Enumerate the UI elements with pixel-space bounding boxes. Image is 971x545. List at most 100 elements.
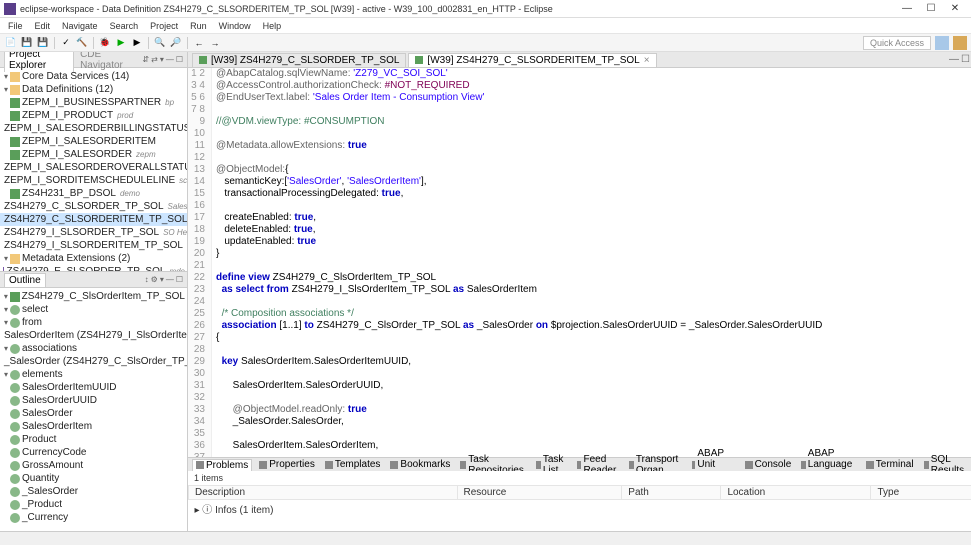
debug-button[interactable]: 🐞 [98,36,112,50]
tree-item[interactable]: ▾select [0,303,187,316]
column-header[interactable]: Type [871,486,971,500]
minimize-button[interactable]: — [895,3,919,14]
tree-item[interactable]: ZEPM_I_SALESORDERzepm [0,148,187,161]
menu-window[interactable]: Window [213,21,257,31]
tree-item[interactable]: _SalesOrder [0,485,187,498]
outline-max-icon[interactable]: ☐ [176,275,183,284]
maximize-view-icon[interactable]: ☐ [176,55,183,64]
tree-item[interactable]: ▾Metadata Extensions (2) [0,252,187,265]
menu-navigate[interactable]: Navigate [56,21,104,31]
tree-item[interactable]: ZEPM_I_SORDITEMSCHEDULELINEsched [0,174,187,187]
tree-item[interactable]: Quantity [0,472,187,485]
minimize-view-icon[interactable]: — [166,55,174,64]
build-button[interactable]: 🔨 [75,36,89,50]
bottom-tab-problems[interactable]: Problems [192,459,252,471]
problems-row[interactable]: ▸ ⓘ Infos (1 item) [189,500,458,518]
menu-edit[interactable]: Edit [29,21,57,31]
tree-item[interactable]: SalesOrderItemUUID [0,381,187,394]
view-menu-icon[interactable]: ▾ [160,55,164,64]
new-button[interactable]: 📄 [4,36,18,50]
tree-item[interactable]: GrossAmount [0,459,187,472]
twisty-icon[interactable]: ▾ [2,290,10,303]
tree-item[interactable]: ▾Core Data Services (14) [0,70,187,83]
twisty-icon[interactable]: ▾ [2,83,10,96]
tree-item[interactable]: SalesOrderItem [0,420,187,433]
run-button[interactable]: ▶ [114,36,128,50]
close-button[interactable]: ✕ [943,3,967,14]
bottom-tab-terminal[interactable]: Terminal [863,459,917,470]
tree-item[interactable]: ZEPM_I_SALESORDEROVERALLSTATUSostat [0,161,187,174]
link-editor-icon[interactable]: ⇄ [151,55,158,64]
bottom-tab-properties[interactable]: Properties [256,459,318,470]
menu-project[interactable]: Project [144,21,184,31]
save-button[interactable]: 💾 [20,36,34,50]
maximize-button[interactable]: ☐ [919,3,943,14]
abap-perspective-button[interactable] [935,36,949,50]
bottom-tab-bookmarks[interactable]: Bookmarks [387,459,453,470]
column-header[interactable]: Description [189,486,458,500]
twisty-icon[interactable]: ▾ [2,368,10,381]
project-explorer-tree[interactable]: ▾Core Data Services (14)▾Data Definition… [0,68,187,271]
column-header[interactable]: Resource [457,486,622,500]
outline-menu-icon[interactable]: ▾ [160,275,164,284]
tree-item[interactable]: SalesOrder [0,407,187,420]
save-all-button[interactable]: 💾 [36,36,50,50]
java-perspective-button[interactable] [953,36,967,50]
tree-item[interactable]: ▾associations [0,342,187,355]
tree-item[interactable]: ▾from [0,316,187,329]
menu-file[interactable]: File [2,21,29,31]
tree-item[interactable]: ▾Data Definitions (12) [0,83,187,96]
run-ext-button[interactable]: ▶ [130,36,144,50]
bottom-tab-console[interactable]: Console [742,459,795,470]
tree-item[interactable]: ZS4H279_C_SLSORDER_TP_SOLSales Orde [0,200,187,213]
tree-item[interactable]: _SalesOrder (ZS4H279_C_SlsOrder_TP_SOL) [0,355,187,368]
twisty-icon[interactable]: ▾ [2,342,10,355]
outline-min-icon[interactable]: — [166,275,174,284]
tree-item[interactable]: ▾elements [0,368,187,381]
activate-button[interactable]: ✓ [59,36,73,50]
tree-item[interactable]: ▾ZS4H279_C_SlsOrderItem_TP_SOL [0,290,187,303]
quick-access-input[interactable]: Quick Access [863,36,931,50]
tree-item[interactable]: _Product [0,498,187,511]
filter-icon[interactable]: ⚙ [151,275,158,284]
tree-item[interactable]: SalesOrderUUID [0,394,187,407]
tree-item[interactable]: SalesOrderItem (ZS4H279_I_SlsOrderItem_T… [0,329,187,342]
close-tab-icon[interactable]: × [644,55,650,66]
tree-item[interactable]: ZEPM_I_SALESORDERITEM [0,135,187,148]
tree-item[interactable]: ZS4H279_I_SLSORDER_TP_SOLSO Header [0,226,187,239]
code-editor[interactable]: 1 2 3 4 5 6 7 8 9 10 11 12 13 14 15 16 1… [188,68,971,457]
column-header[interactable]: Location [721,486,871,500]
collapse-all-icon[interactable]: ⇵ [142,55,149,64]
twisty-icon[interactable]: ▾ [2,303,10,316]
sort-icon[interactable]: ↕ [145,275,149,284]
outline-tab[interactable]: Outline [4,273,46,287]
tree-item[interactable]: ZEPM_I_SALESORDERBILLINGSTATUSBillst [0,122,187,135]
tree-item[interactable]: ZEPM_I_PRODUCTprod [0,109,187,122]
open-type-button[interactable]: 🔍 [153,36,167,50]
back-button[interactable]: ← [192,36,206,50]
tree-item[interactable]: Product [0,433,187,446]
editor-max-icon[interactable]: ☐ [961,54,970,65]
tree-item[interactable]: _Currency [0,511,187,524]
forward-button[interactable]: → [208,36,222,50]
column-header[interactable]: Path [622,486,721,500]
editor-min-icon[interactable]: — [949,54,959,65]
outline-tree[interactable]: ▾ZS4H279_C_SlsOrderItem_TP_SOL▾select▾fr… [0,288,187,531]
search-button[interactable]: 🔎 [169,36,183,50]
tree-item[interactable]: ZS4H279_I_SLSORDERITEM_TP_SOLSO Item [0,239,187,252]
tree-item[interactable]: ZS4H231_BP_DSOLdemo [0,187,187,200]
menu-search[interactable]: Search [104,21,145,31]
menu-help[interactable]: Help [257,21,288,31]
editor-tab-slsorderitem[interactable]: [W39] ZS4H279_C_SLSORDERITEM_TP_SOL × [408,53,656,67]
twisty-icon[interactable]: ▾ [2,70,10,83]
bottom-tab-templates[interactable]: Templates [322,459,384,470]
editor-tab-slsorder[interactable]: [W39] ZS4H279_C_SLSORDER_TP_SOL [192,53,406,67]
tree-item[interactable]: CurrencyCode [0,446,187,459]
tree-item[interactable]: ZEPM_I_BUSINESSPARTNERbp [0,96,187,109]
twisty-icon[interactable]: ▾ [2,252,10,265]
problems-table[interactable]: DescriptionResourcePathLocationType ▸ ⓘ … [188,485,971,517]
menu-run[interactable]: Run [184,21,213,31]
twisty-icon[interactable]: ▾ [2,316,10,329]
tree-item[interactable]: ZS4H279_C_SLSORDERITEM_TP_SOLSO Ite [0,213,187,226]
el-icon [10,435,20,445]
